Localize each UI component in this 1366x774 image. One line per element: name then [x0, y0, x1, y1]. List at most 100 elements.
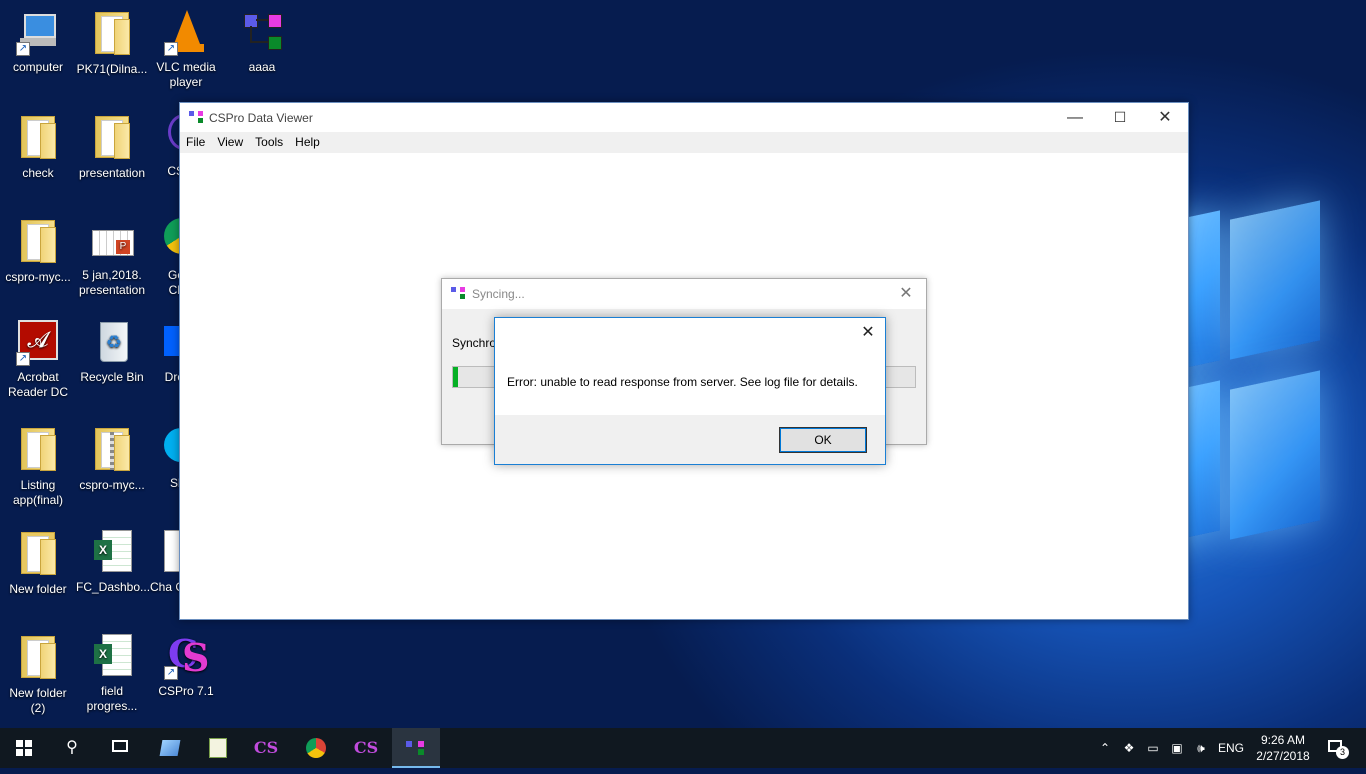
chart-app-icon [209, 738, 227, 758]
taskbar-chrome[interactable] [292, 728, 340, 768]
taskbar-cspro-1[interactable]: CS [242, 728, 290, 768]
icon-label: CSPro 7.1 [158, 684, 214, 698]
desktop-icon-field-progress[interactable]: X field progres... [76, 634, 148, 714]
icon-label: field progres... [86, 684, 138, 713]
desktop-icon-jan-presentation[interactable]: P 5 jan,2018. presentation [76, 218, 148, 298]
icon-label: computer [12, 60, 64, 74]
folder-icon [21, 116, 56, 159]
error-close-button[interactable]: ✕ [853, 320, 883, 346]
icon-label: 5 jan,2018. presentation [78, 268, 146, 297]
search-icon: ⚲ [66, 739, 78, 756]
taskbar: ⚲ CS CS ⌃ ❖ ▭ ▣ 🕪 ENG 9:26 AM 2/27/2018 … [0, 728, 1366, 768]
notes-app-icon [159, 740, 181, 756]
desktop-icon-presentation[interactable]: presentation [76, 114, 148, 181]
icon-label: Recycle Bin [80, 370, 144, 384]
icon-label: FC_Dashbo... [76, 580, 151, 594]
desktop-icon-acrobat[interactable]: 𝓐 ↗ Acrobat Reader DC [2, 320, 74, 400]
desktop-icon-aaaa[interactable]: aaaa [226, 10, 298, 75]
cspro-icon: CS [253, 738, 279, 757]
maximize-button[interactable]: ☐ [1097, 103, 1143, 132]
chrome-icon [306, 738, 326, 758]
taskbar-app-2[interactable] [194, 728, 242, 768]
language-indicator[interactable]: ENG [1217, 728, 1245, 768]
taskbar-app-1[interactable] [146, 728, 194, 768]
error-dialog: ✕ Error: unable to read response from se… [494, 317, 886, 465]
icon-label: check [22, 166, 54, 180]
dropbox-tray[interactable]: ❖ [1120, 728, 1138, 768]
search-button[interactable]: ⚲ [48, 728, 96, 768]
speaker-icon: 🕪 [1197, 741, 1205, 755]
cspro-dataviewer-icon [240, 10, 284, 54]
menu-bar: File View Tools Help [180, 132, 1188, 153]
windows-start-icon [16, 740, 32, 756]
folder-icon [21, 532, 56, 575]
action-center-button[interactable]: 3 [1322, 728, 1349, 768]
app-icon [189, 111, 203, 123]
cspro-icon: CS [353, 738, 379, 757]
clock[interactable]: 9:26 AM 2/27/2018 [1248, 732, 1318, 764]
close-button[interactable]: ✕ [1142, 103, 1188, 132]
network-icon: ▣ [1171, 741, 1183, 755]
desktop-icon-computer[interactable]: ↗ computer [2, 10, 74, 75]
syncing-close-button[interactable]: ✕ [888, 279, 924, 309]
folder-icon [95, 12, 130, 55]
desktop-icon-vlc[interactable]: ↗ VLC media player [150, 10, 222, 90]
icon-label: presentation [78, 166, 146, 180]
excel-file-icon: X [90, 530, 134, 574]
computer-icon: ↗ [16, 10, 60, 56]
clock-date: 2/27/2018 [1256, 749, 1310, 763]
battery-icon: ▭ [1147, 741, 1159, 755]
minimize-button[interactable]: — [1052, 103, 1098, 132]
desktop-icon-new-folder-2[interactable]: New folder (2) [2, 634, 74, 716]
taskbar-cspro-2[interactable]: CS [342, 728, 390, 768]
task-view-button[interactable] [96, 728, 144, 768]
power-tray[interactable]: ▭ [1144, 728, 1162, 768]
desktop-icon-fc-dashboard[interactable]: X FC_Dashbo... [76, 530, 151, 595]
icon-label: cspro-myc... [79, 478, 145, 492]
menu-tools[interactable]: Tools [249, 132, 289, 149]
window-title: CSPro Data Viewer [209, 111, 313, 125]
task-view-icon [112, 740, 128, 752]
folder-icon [21, 220, 56, 263]
menu-help[interactable]: Help [289, 132, 326, 149]
menu-file[interactable]: File [180, 132, 211, 149]
icon-label: cspro-myc... [5, 270, 71, 284]
error-message: Error: unable to read response from serv… [507, 375, 858, 389]
app-icon [451, 287, 465, 299]
excel-file-icon: X [90, 634, 134, 678]
icon-label: New folder (2) [9, 686, 67, 715]
desktop-icon-cspro-myc-zip[interactable]: cspro-myc... [76, 426, 148, 493]
desktop-icon-listing-app[interactable]: Listing app(final) [2, 426, 74, 508]
desktop-icon-check[interactable]: check [2, 114, 74, 181]
desktop-icon-cspro-myc-1[interactable]: cspro-myc... [2, 218, 74, 285]
desktop-icon-recycle-bin[interactable]: ♻ Recycle Bin [76, 320, 148, 385]
desktop-icon-new-folder[interactable]: New folder [2, 530, 74, 597]
menu-view[interactable]: View [211, 132, 249, 149]
sync-status-label: Synchro [452, 336, 497, 350]
desktop-icon-pk71[interactable]: PK71(Dilna... [76, 10, 148, 77]
icon-label: PK71(Dilna... [76, 62, 148, 76]
icon-label: Listing app(final) [12, 478, 64, 507]
icon-label: New folder [9, 582, 67, 596]
acrobat-icon: 𝓐 ↗ [16, 320, 60, 366]
ok-button[interactable]: OK [779, 427, 867, 453]
error-body: ✕ Error: unable to read response from se… [495, 318, 885, 415]
start-button[interactable] [0, 728, 48, 768]
icon-label: Acrobat Reader DC [7, 370, 69, 399]
cspro-dataviewer-icon [406, 741, 426, 755]
network-tray[interactable]: ▣ [1168, 728, 1186, 768]
progress-fill [453, 367, 458, 387]
recycle-bin-icon: ♻ [90, 320, 134, 364]
zip-folder-icon [90, 428, 134, 472]
show-hidden-icons-button[interactable]: ⌃ [1097, 728, 1113, 768]
icon-label: aaaa [248, 60, 276, 74]
clock-time: 9:26 AM [1260, 733, 1306, 747]
main-titlebar[interactable]: CSPro Data Viewer — ☐ ✕ [180, 103, 1188, 132]
dropbox-icon: ❖ [1123, 741, 1135, 755]
syncing-titlebar[interactable]: Syncing... ✕ [442, 279, 926, 309]
desktop-icon-cspro-71[interactable]: C S ↗ CSPro 7.1 [150, 634, 222, 699]
volume-tray[interactable]: 🕪 [1192, 728, 1210, 768]
folder-icon [95, 116, 130, 159]
taskbar-data-viewer[interactable] [392, 728, 440, 768]
cspro-icon: C S ↗ [164, 634, 209, 680]
